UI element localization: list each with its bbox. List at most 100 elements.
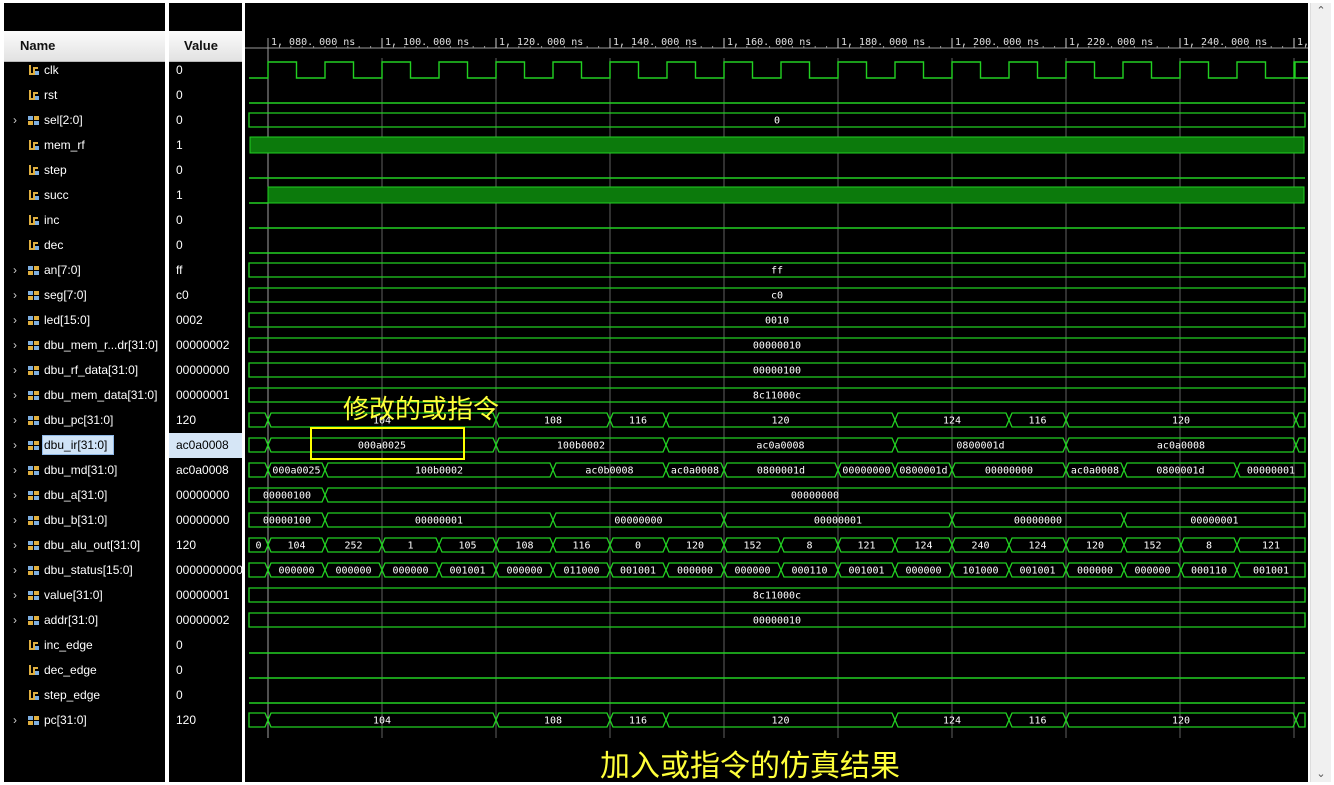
signal-value-row[interactable]: 1 (169, 133, 242, 158)
signal-row[interactable]: › dbu_pc[31:0] (4, 408, 165, 433)
signal-value-row[interactable]: 00000002 (169, 608, 242, 633)
signal-value-row[interactable]: 00000002 (169, 333, 242, 358)
signal-value-row[interactable]: 0 (169, 233, 242, 258)
signal-row[interactable]: › dbu_md[31:0] (4, 458, 165, 483)
signal-row[interactable]: › dbu_status[15:0] (4, 558, 165, 583)
bus-segment-value: 120 (771, 716, 789, 727)
expand-chevron-icon[interactable]: › (13, 108, 23, 133)
bus-segment-value: 116 (1028, 716, 1046, 727)
bus-signal-icon (28, 341, 39, 350)
signal-value-row[interactable]: 0 (169, 683, 242, 708)
signal-row[interactable]: inc_edge (4, 633, 165, 658)
signal-row[interactable]: › addr[31:0] (4, 608, 165, 633)
bus-segment-value: ac0a0008 (1071, 466, 1119, 477)
signal-row[interactable]: › dbu_b[31:0] (4, 508, 165, 533)
signal-row[interactable]: mem_rf (4, 133, 165, 158)
signal-value: 0 (176, 88, 183, 102)
expand-chevron-icon[interactable]: › (13, 358, 23, 383)
expand-chevron-icon[interactable]: › (13, 483, 23, 508)
expand-chevron-icon[interactable]: › (13, 283, 23, 308)
signal-row[interactable]: clk (4, 58, 165, 83)
signal-name: inc (44, 213, 60, 227)
signal-value-row[interactable]: ac0a0008 (169, 433, 242, 458)
signal-row[interactable]: › pc[31:0] (4, 708, 165, 733)
signal-row[interactable]: › dbu_rf_data[31:0] (4, 358, 165, 383)
signal-value-row[interactable]: 0002 (169, 308, 242, 333)
signal-row[interactable]: › sel[2:0] (4, 108, 165, 133)
expand-chevron-icon[interactable]: › (13, 258, 23, 283)
signal-value-row[interactable]: ac0a0008 (169, 458, 242, 483)
expand-chevron-icon[interactable]: › (13, 608, 23, 633)
expand-chevron-icon[interactable]: › (13, 333, 23, 358)
expand-chevron-icon[interactable]: › (13, 533, 23, 558)
signal-value-row[interactable]: 0 (169, 83, 242, 108)
signal-value-row[interactable]: 00000000 (169, 508, 242, 533)
expand-chevron-icon[interactable]: › (13, 308, 23, 333)
bus-segment-value: 00000000 (842, 466, 890, 477)
signal-value-row[interactable]: 00000000 (169, 483, 242, 508)
expand-chevron-icon[interactable]: › (13, 558, 23, 583)
signal-value-row[interactable]: 120 (169, 533, 242, 558)
expand-chevron-icon[interactable]: › (13, 433, 23, 458)
signal-row[interactable]: › dbu_ir[31:0] (4, 433, 165, 458)
bus-segment-value: 108 (515, 541, 533, 552)
bus-segment-value: 120 (1172, 416, 1190, 427)
signal-row[interactable]: step_edge (4, 683, 165, 708)
scroll-down-icon[interactable]: ⌄ (1315, 768, 1327, 780)
signal-value-row[interactable]: 1 (169, 183, 242, 208)
signal-value-row[interactable]: 120 (169, 708, 242, 733)
expand-chevron-icon[interactable]: › (13, 708, 23, 733)
signal-row[interactable]: › dbu_mem_r...dr[31:0] (4, 333, 165, 358)
expand-chevron-icon[interactable]: › (13, 583, 23, 608)
bus-segment-value: 8 (1206, 541, 1212, 552)
timeline-label: 1, 120. 000 ns (499, 37, 583, 48)
signal-row[interactable]: inc (4, 208, 165, 233)
signal-row[interactable]: › dbu_mem_data[31:0] (4, 383, 165, 408)
signal-value-row[interactable]: 00000001 (169, 383, 242, 408)
signal-value-row[interactable]: 0 (169, 108, 242, 133)
signal-value-row[interactable]: 0 (169, 208, 242, 233)
signal-value-row[interactable]: 120 (169, 408, 242, 433)
bus-segment-value: ac0a0008 (756, 441, 804, 452)
signal-row[interactable]: rst (4, 83, 165, 108)
signal-value: 0 (176, 688, 183, 702)
signal-row[interactable]: succ (4, 183, 165, 208)
expand-chevron-icon[interactable]: › (13, 408, 23, 433)
signal-row[interactable]: dec (4, 233, 165, 258)
signal-name: clk (44, 63, 59, 77)
signal-row[interactable]: › dbu_alu_out[31:0] (4, 533, 165, 558)
bus-segment-value: 116 (1028, 416, 1046, 427)
expand-chevron-icon[interactable]: › (13, 508, 23, 533)
signal-row[interactable]: › an[7:0] (4, 258, 165, 283)
signal-value-row[interactable]: 0000000000 (169, 558, 243, 583)
bus-segment (248, 712, 269, 728)
signal-value-row[interactable]: ff (169, 258, 242, 283)
bus-segment (1295, 412, 1306, 428)
bus-segment-value: 121 (857, 541, 875, 552)
bus-segment-value: 00000001 (1190, 516, 1238, 527)
scroll-up-icon[interactable]: ⌃ (1315, 5, 1327, 17)
signal-value-row[interactable]: 0 (169, 633, 242, 658)
signal-name: seg[7:0] (44, 288, 87, 302)
signal-row[interactable]: › led[15:0] (4, 308, 165, 333)
signal-name: dbu_status[15:0] (44, 563, 133, 577)
bus-segment-value: 000000 (392, 566, 428, 577)
vertical-scrollbar[interactable]: ⌃ ⌄ (1310, 3, 1331, 782)
signal-value-row[interactable]: c0 (169, 283, 242, 308)
expand-chevron-icon[interactable]: › (13, 458, 23, 483)
bus-signal-icon (28, 491, 39, 500)
signal-row[interactable]: › value[31:0] (4, 583, 165, 608)
signal-value-row[interactable]: 0 (169, 158, 242, 183)
signal-value-row[interactable]: 0 (169, 658, 242, 683)
bus-segment-value: 000110 (791, 566, 827, 577)
signal-row[interactable]: › dbu_a[31:0] (4, 483, 165, 508)
signal-row[interactable]: › seg[7:0] (4, 283, 165, 308)
signal-name: dbu_b[31:0] (44, 513, 108, 527)
signal-row[interactable]: dec_edge (4, 658, 165, 683)
bus-signal-icon (28, 366, 39, 375)
signal-row[interactable]: step (4, 158, 165, 183)
signal-value-row[interactable]: 00000000 (169, 358, 242, 383)
expand-chevron-icon[interactable]: › (13, 383, 23, 408)
signal-value-row[interactable]: 0 (169, 58, 242, 83)
signal-value-row[interactable]: 00000001 (169, 583, 242, 608)
